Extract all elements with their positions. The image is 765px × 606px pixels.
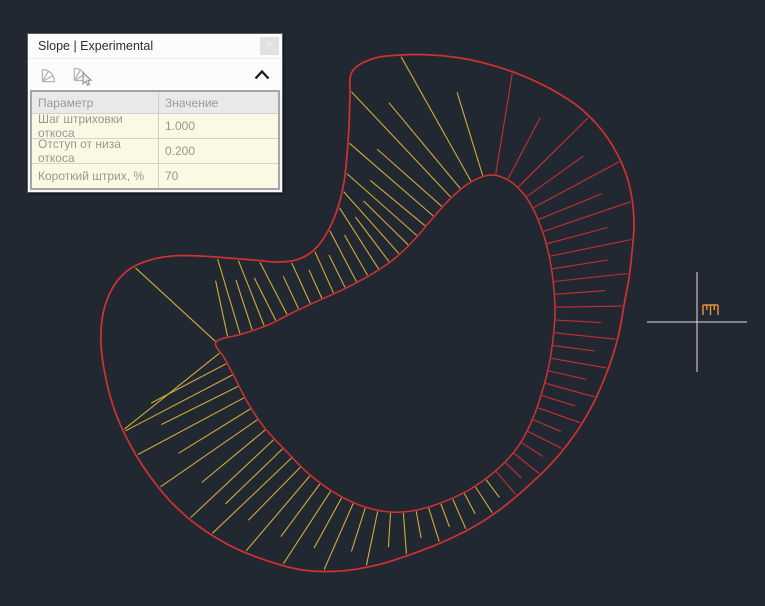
param-label: Шаг штриховки откоса [32,114,159,138]
collapse-button[interactable] [251,64,273,86]
chevron-up-icon [254,70,270,80]
param-label: Короткий штрих, % [32,164,159,188]
slope-create-button[interactable] [37,63,61,87]
parameters-table: Параметр Значение Шаг штриховки откоса 1… [30,90,280,190]
close-button[interactable]: ✕ [260,37,279,55]
panel-titlebar[interactable]: Slope | Experimental ✕ [28,34,282,59]
table-row: Отступ от низа откоса 0.200 [32,138,278,163]
slope-cursor-badge-icon [703,305,718,315]
crosshair-cursor [647,272,747,372]
param-value-field[interactable]: 70 [159,164,278,188]
param-column-header: Параметр [32,92,159,113]
panel-title: Slope | Experimental [38,39,153,53]
slope-inner-boundary[interactable] [215,175,555,512]
param-value-field[interactable]: 0.200 [159,139,278,163]
param-value-field[interactable]: 1.000 [159,114,278,138]
slope-pick-objects-icon [71,64,93,86]
table-row: Шаг штриховки откоса 1.000 [32,113,278,138]
application-window: { "app": { "background_color": "#222831"… [0,0,765,606]
table-row: Короткий штрих, % 70 [32,163,278,188]
param-label: Отступ от низа откоса [32,139,159,163]
close-icon: ✕ [265,37,273,55]
panel-toolbar [28,59,282,90]
slope-panel: Slope | Experimental ✕ Параметр Значение [27,33,283,193]
table-header-row: Параметр Значение [32,92,278,113]
slope-pick-objects-button[interactable] [70,63,94,87]
value-column-header: Значение [159,92,278,113]
slope-create-icon [38,64,60,86]
